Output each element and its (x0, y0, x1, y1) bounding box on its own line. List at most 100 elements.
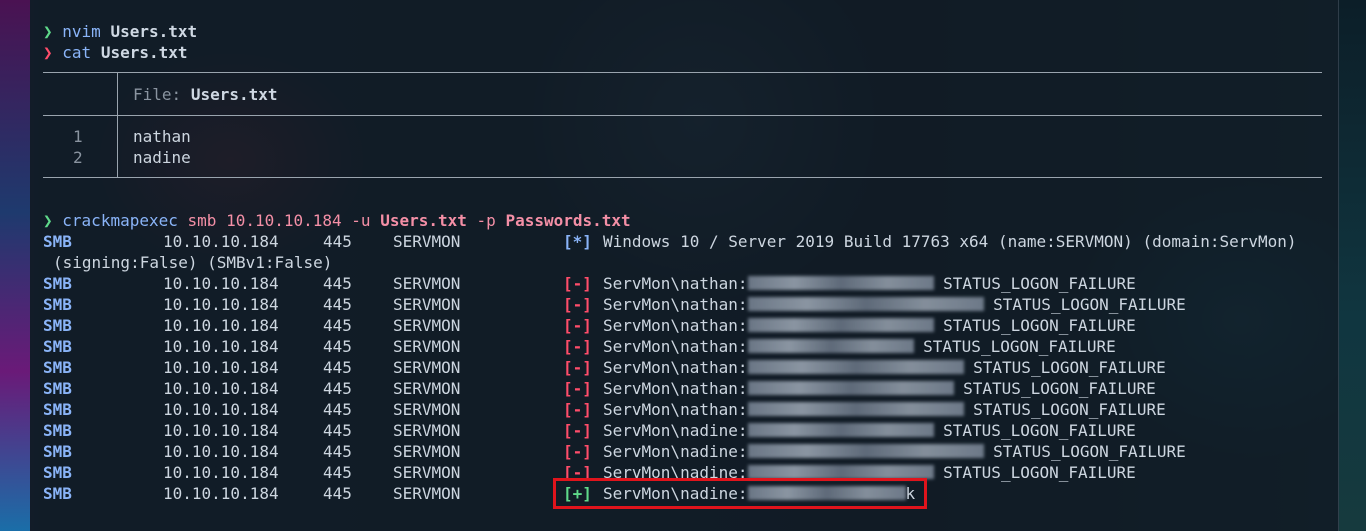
port-cell: 445 (323, 337, 352, 356)
failure-tag: [-] (563, 295, 592, 314)
status-text: STATUS_LOGON_FAILURE (973, 400, 1166, 419)
status-text: STATUS_LOGON_FAILURE (993, 295, 1186, 314)
credential-cell: ServMon\nathan: STATUS_LOGON_FAILURE (603, 273, 1136, 294)
file-view-header-border (43, 115, 1322, 116)
prompt-symbol: ❯ (43, 43, 53, 62)
credential-cell: ServMon\nadine: STATUS_LOGON_FAILURE (603, 441, 1186, 462)
status-text: STATUS_LOGON_FAILURE (943, 274, 1136, 293)
username: ServMon\nathan: (603, 316, 748, 335)
host-cell: SERVMON (393, 358, 461, 377)
host-cell: SERVMON (393, 463, 461, 482)
failure-tag: [-] (563, 274, 592, 293)
port-cell: 445 (323, 400, 352, 419)
port-cell: 445 (323, 232, 352, 251)
status-text: STATUS_LOGON_FAILURE (943, 421, 1136, 440)
status-text: STATUS_LOGON_FAILURE (963, 379, 1156, 398)
status-text: STATUS_LOGON_FAILURE (973, 358, 1166, 377)
failure-tag: [-] (563, 337, 592, 356)
ip-cell: 10.10.10.184 (163, 484, 279, 503)
status-text: STATUS_LOGON_FAILURE (993, 442, 1186, 461)
wallpaper-edge-right (1338, 0, 1366, 531)
failure-tag: [-] (563, 421, 592, 440)
command-arg: Users.txt (110, 22, 198, 41)
credential-cell: ServMon\nadine: STATUS_LOGON_FAILURE (603, 420, 1136, 441)
ip-cell: 10.10.10.184 (163, 316, 279, 335)
ip-cell: 10.10.10.184 (163, 232, 279, 251)
file-line: nathan (133, 127, 191, 146)
proto-cell: SMB (43, 316, 72, 335)
command-line-nvim: ❯ nvim Users.txt (43, 21, 197, 42)
file-line: nadine (133, 148, 191, 167)
host-cell: SERVMON (393, 232, 461, 251)
command-arg: 10.10.10.184 (226, 211, 342, 230)
command-flag: -p (476, 211, 496, 230)
port-cell: 445 (323, 358, 352, 377)
host-cell: SERVMON (393, 400, 461, 419)
port-cell: 445 (323, 295, 352, 314)
host-cell: SERVMON (393, 274, 461, 293)
proto-cell: SMB (43, 358, 72, 377)
line-number: 1 (73, 127, 83, 146)
port-cell: 445 (323, 421, 352, 440)
username: ServMon\nathan: (603, 379, 748, 398)
status-text: STATUS_LOGON_FAILURE (943, 463, 1136, 482)
host-cell: SERVMON (393, 295, 461, 314)
proto-cell: SMB (43, 400, 72, 419)
ip-cell: 10.10.10.184 (163, 295, 279, 314)
username: ServMon\nathan: (603, 295, 748, 314)
file-view-gutter-divider (117, 72, 118, 178)
command-name: crackmapexec (62, 211, 178, 230)
credential-cell: ServMon\nathan: STATUS_LOGON_FAILURE (603, 315, 1136, 336)
host-cell: SERVMON (393, 379, 461, 398)
failure-tag: [-] (563, 358, 592, 377)
redacted-password (747, 297, 984, 311)
username: ServMon\nathan: (603, 337, 748, 356)
info-message-continued: (signing:False) (SMBv1:False) (53, 253, 333, 272)
port-cell: 445 (323, 442, 352, 461)
redacted-password (747, 381, 954, 395)
failure-tag: [-] (563, 316, 592, 335)
credential-cell: ServMon\nathan: STATUS_LOGON_FAILURE (603, 294, 1186, 315)
redacted-password (747, 423, 934, 437)
line-number: 2 (73, 148, 83, 167)
file-view-header: File: Users.txt (133, 84, 278, 105)
info-tag: [*] (563, 232, 592, 251)
credential-cell: ServMon\nathan: STATUS_LOGON_FAILURE (603, 378, 1156, 399)
proto-cell: SMB (43, 463, 72, 482)
proto-cell: SMB (43, 232, 72, 251)
command-arg: smb (187, 211, 217, 230)
proto-cell: SMB (43, 484, 72, 503)
credential-cell: ServMon\nathan: STATUS_LOGON_FAILURE (603, 336, 1116, 357)
redacted-password (747, 402, 964, 416)
failure-tag: [-] (563, 379, 592, 398)
command-arg: Users.txt (100, 43, 188, 62)
port-cell: 445 (323, 484, 352, 503)
host-cell: SERVMON (393, 442, 461, 461)
username: ServMon\nadine: (603, 421, 748, 440)
ip-cell: 10.10.10.184 (163, 379, 279, 398)
proto-cell: SMB (43, 274, 72, 293)
proto-cell: SMB (43, 421, 72, 440)
redacted-password (747, 318, 934, 332)
redacted-password (747, 465, 934, 479)
ip-cell: 10.10.10.184 (163, 421, 279, 440)
wallpaper-edge-left (0, 0, 30, 531)
username: ServMon\nathan: (603, 274, 748, 293)
file-view-bottom-border (43, 177, 1322, 178)
terminal-window[interactable]: ❯ nvim Users.txt ❯ cat Users.txt File: U… (30, 0, 1339, 531)
host-cell: SERVMON (393, 337, 461, 356)
credential-cell: ServMon\nathan: STATUS_LOGON_FAILURE (603, 357, 1166, 378)
proto-cell: SMB (43, 442, 72, 461)
file-label: File: (133, 85, 182, 104)
ip-cell: 10.10.10.184 (163, 442, 279, 461)
ip-cell: 10.10.10.184 (163, 358, 279, 377)
credential-cell: ServMon\nathan: STATUS_LOGON_FAILURE (603, 399, 1166, 420)
highlight-box (553, 478, 927, 509)
ip-cell: 10.10.10.184 (163, 400, 279, 419)
host-cell: SERVMON (393, 316, 461, 335)
failure-tag: [-] (563, 400, 592, 419)
redacted-password (747, 444, 984, 458)
command-flag: -u (351, 211, 371, 230)
port-cell: 445 (323, 274, 352, 293)
username: ServMon\nathan: (603, 358, 748, 377)
